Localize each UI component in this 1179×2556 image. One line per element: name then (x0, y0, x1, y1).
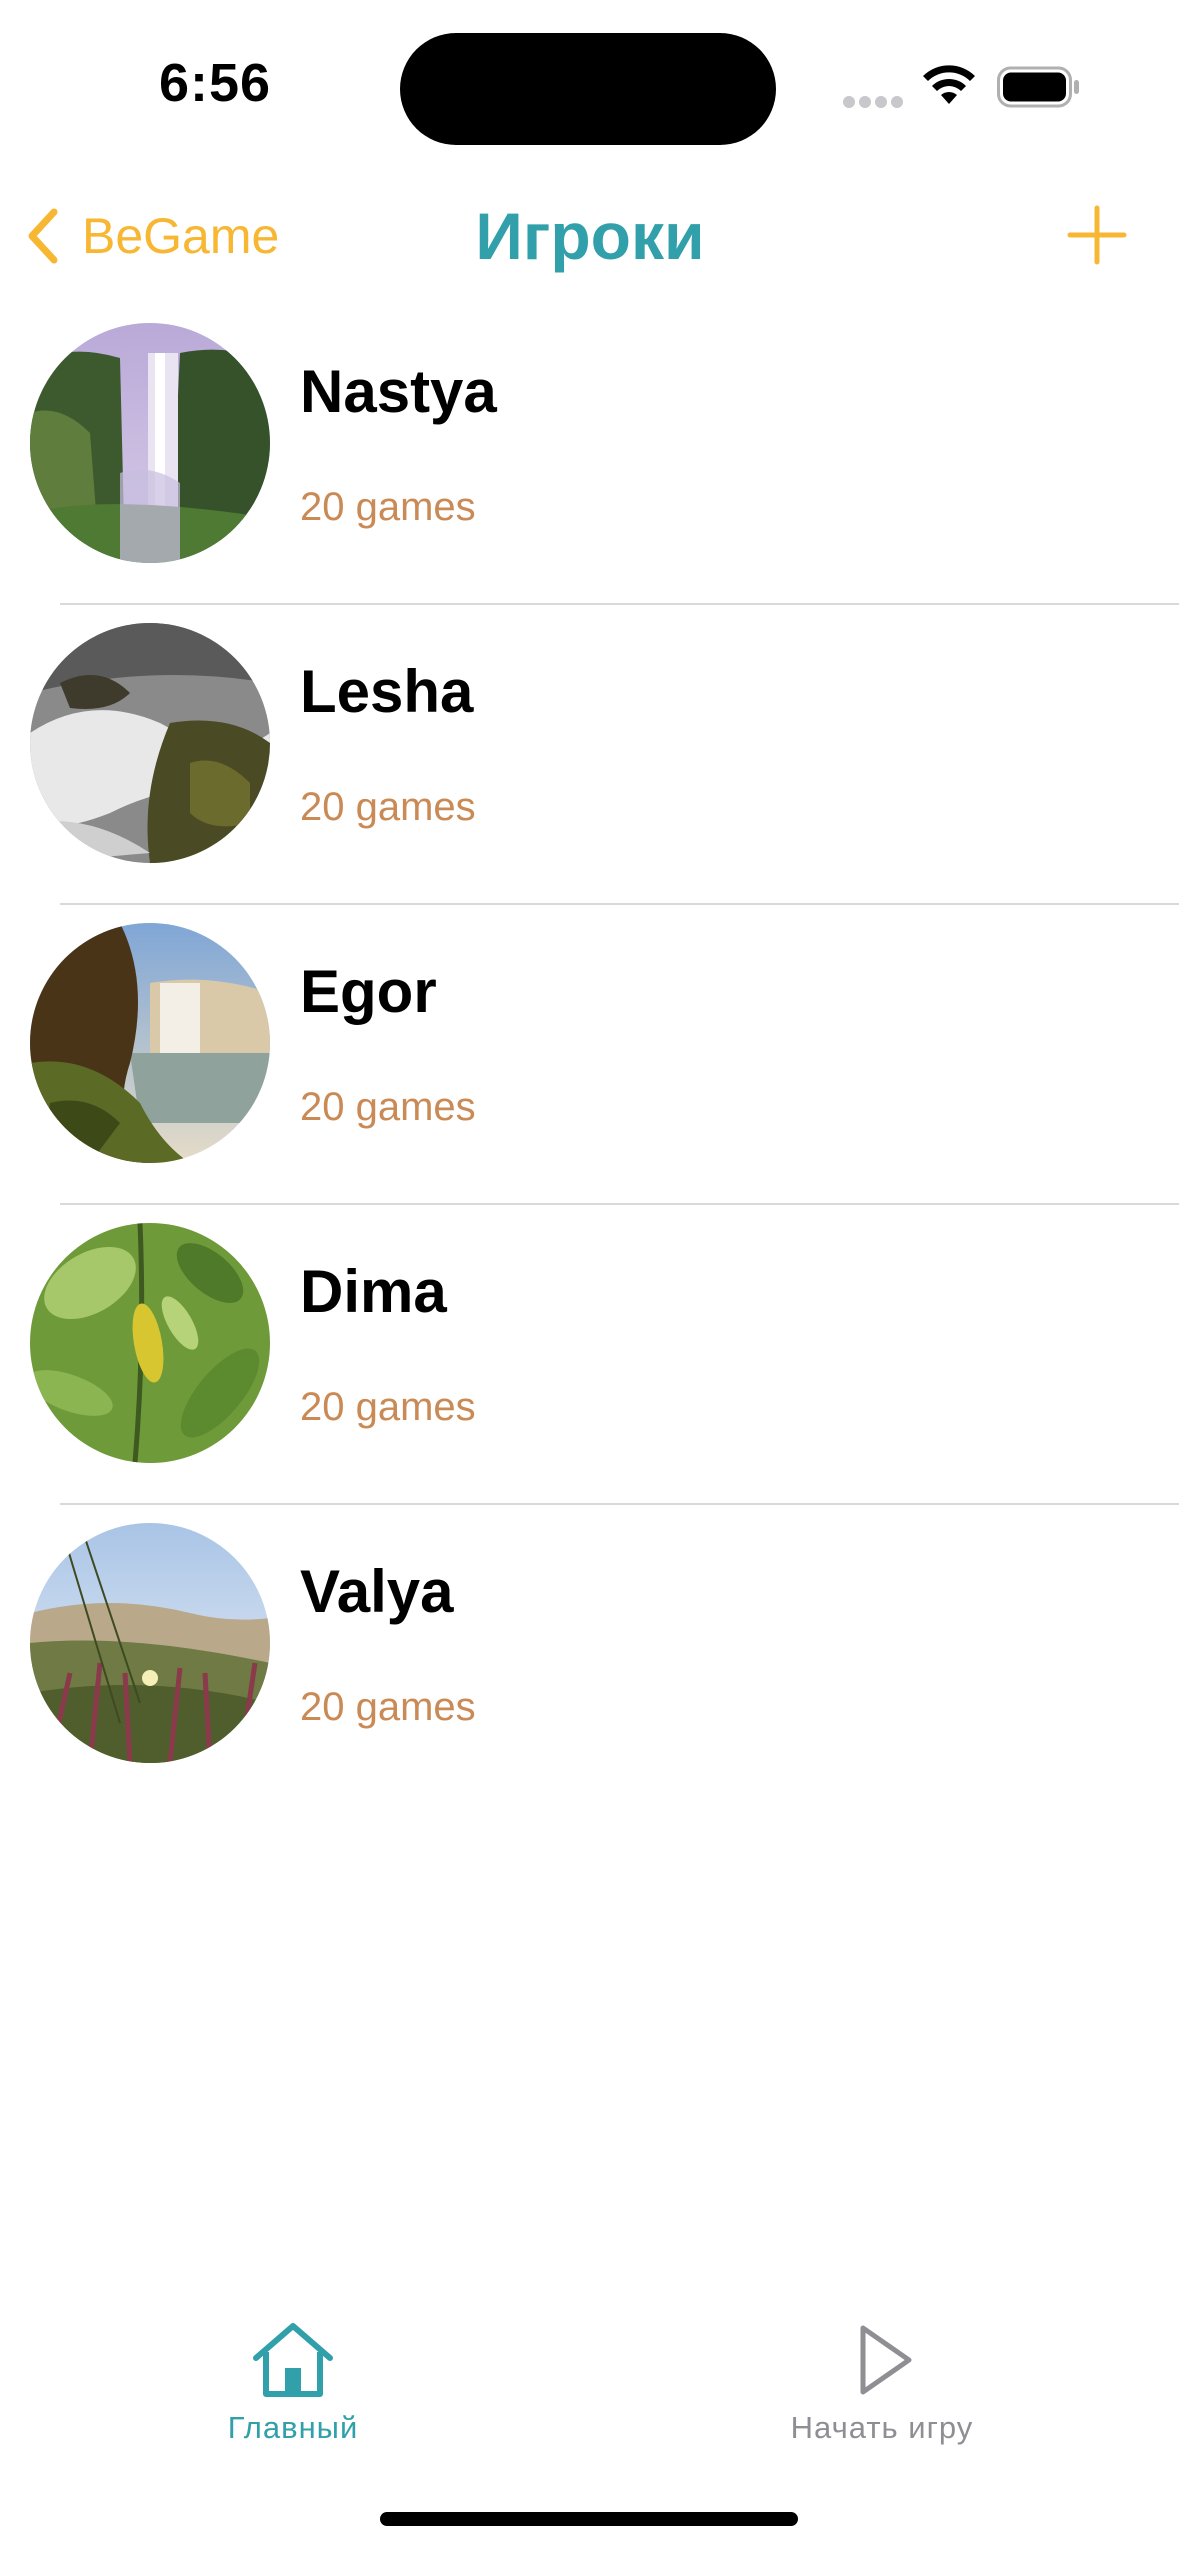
player-name: Dima (300, 1258, 447, 1325)
player-avatar (30, 1223, 270, 1463)
player-name: Lesha (300, 658, 474, 725)
back-button[interactable]: BeGame (22, 196, 279, 276)
home-icon (253, 2323, 333, 2397)
home-indicator[interactable] (380, 2512, 798, 2526)
chevron-left-icon (28, 208, 58, 264)
stream-rocks-photo (30, 623, 270, 863)
player-games-count: 20 games (300, 1085, 476, 1129)
wifi-icon (923, 65, 975, 104)
player-row[interactable]: Nastya 20 games (0, 305, 1179, 605)
back-button-label: BeGame (82, 208, 280, 264)
tab-home[interactable]: Главный (143, 2320, 443, 2470)
tab-home-label: Главный (227, 2410, 359, 2445)
page-title: Игроки (475, 199, 705, 273)
player-row[interactable]: Valya 20 games (0, 1505, 1179, 1805)
status-bar: 6:56 (0, 0, 1179, 170)
player-avatar (30, 623, 270, 863)
player-games-count: 20 games (300, 785, 476, 829)
battery-icon (997, 66, 1079, 108)
dynamic-island (400, 33, 776, 145)
play-icon (860, 2325, 912, 2395)
player-games-count: 20 games (300, 1685, 476, 1729)
status-time: 6:56 (158, 53, 272, 113)
tab-start-game-label: Начать игру (790, 2410, 974, 2445)
tab-bar: Главный Начать игру (0, 2300, 1179, 2500)
player-name: Valya (300, 1558, 454, 1625)
waterfall-cliff-photo (30, 923, 270, 1163)
player-games-count: 20 games (300, 485, 476, 529)
players-screen: 6:56 BeGame Игроки Nastya 20 games Lesha… (0, 0, 1179, 2556)
green-leaves-photo (30, 1223, 270, 1463)
player-avatar (30, 923, 270, 1163)
player-row[interactable]: Egor 20 games (0, 905, 1179, 1205)
cellular-signal-icon (843, 96, 903, 110)
player-avatar (30, 323, 270, 563)
tab-start-game[interactable]: Начать игру (732, 2320, 1032, 2470)
player-games-count: 20 games (300, 1385, 476, 1429)
player-row[interactable]: Dima 20 games (0, 1205, 1179, 1505)
player-name: Nastya (300, 358, 497, 425)
players-list: Nastya 20 games Lesha 20 games Egor 20 g… (0, 305, 1179, 1805)
player-avatar (30, 1523, 270, 1763)
waterfall-photo (30, 323, 270, 563)
plus-icon[interactable] (1062, 200, 1132, 270)
player-name: Egor (300, 958, 437, 1025)
navigation-bar: BeGame Игроки (0, 170, 1179, 300)
player-row[interactable]: Lesha 20 games (0, 605, 1179, 905)
dune-flowers-photo (30, 1523, 270, 1763)
